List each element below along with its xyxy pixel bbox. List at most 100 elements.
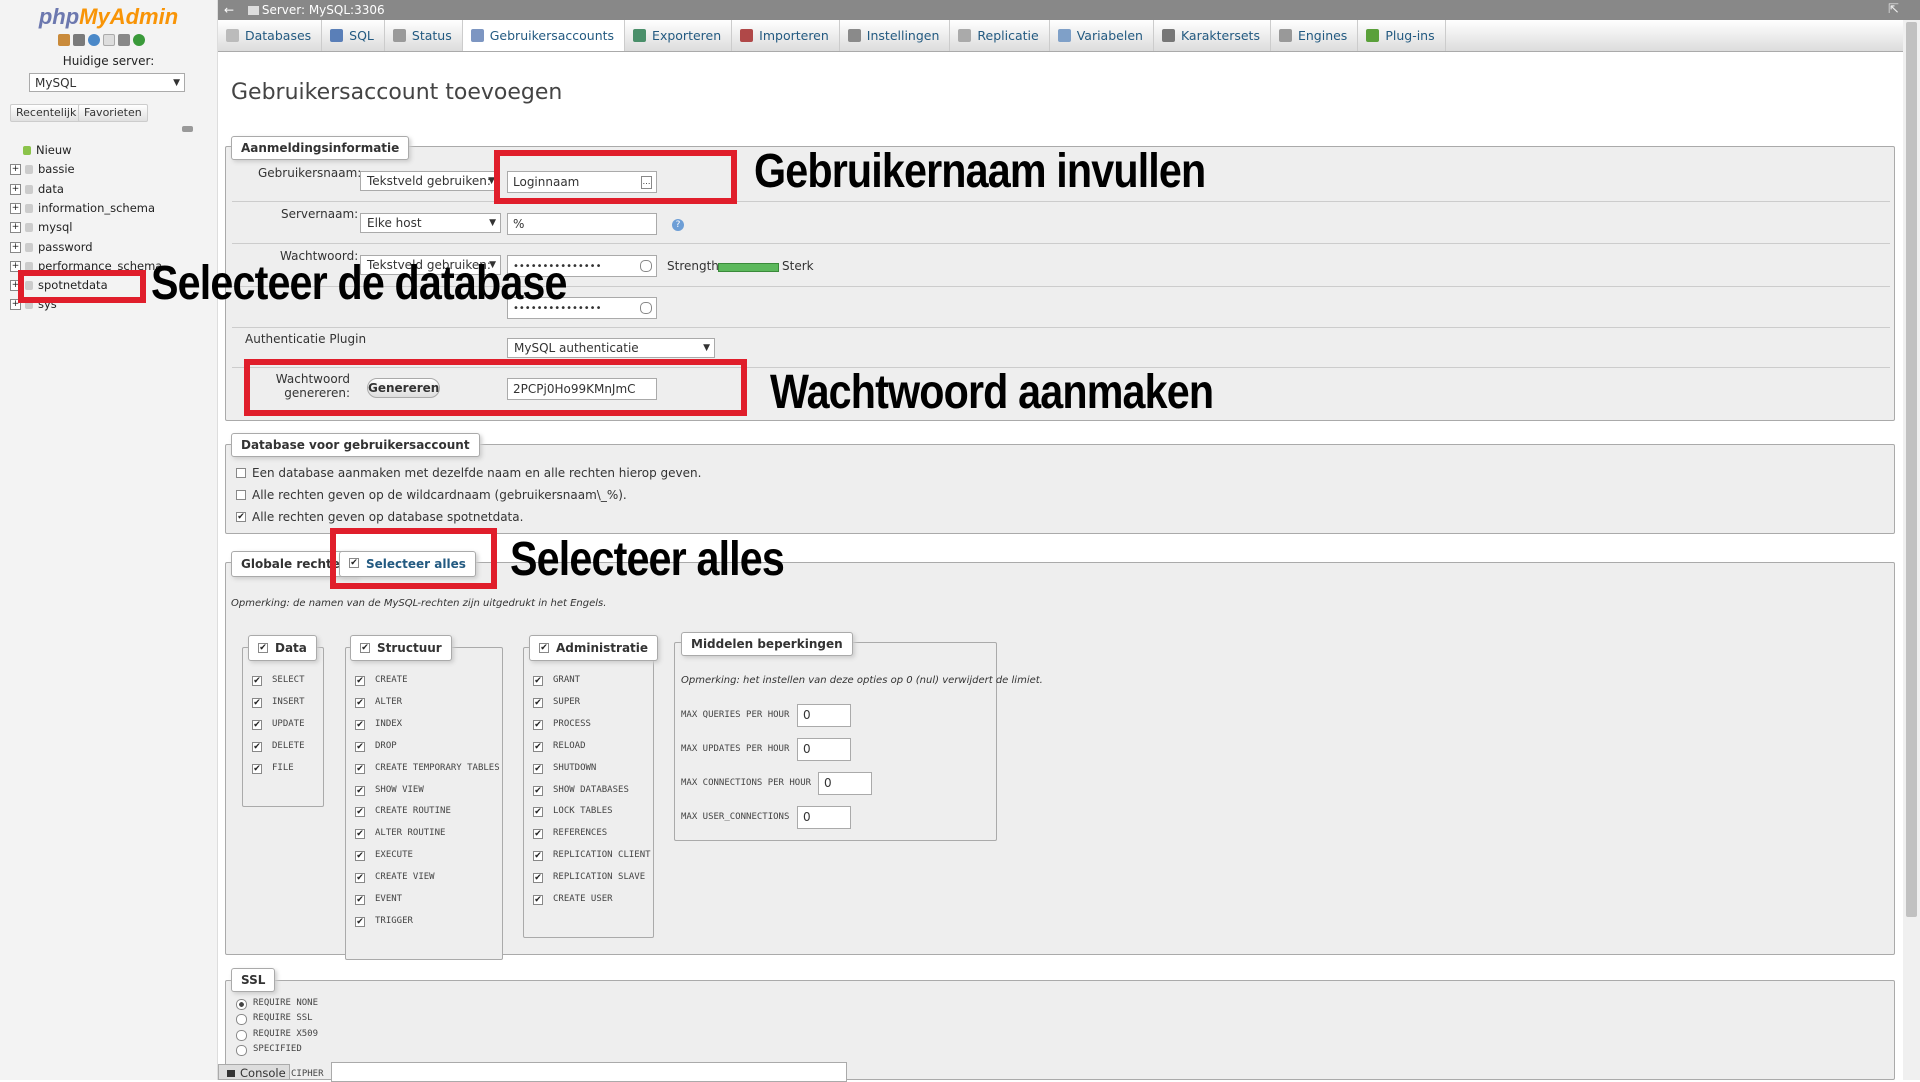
privilege-checkbox[interactable]: ✔ <box>355 807 365 818</box>
tree-item[interactable]: + password <box>10 238 93 257</box>
collapse-all-icon[interactable] <box>182 126 193 132</box>
scrollbar-thumb[interactable] <box>1906 22 1917 917</box>
tab-exporteren[interactable]: Exporteren <box>625 20 733 51</box>
limit-input[interactable]: 0 <box>797 806 851 829</box>
tab-instellingen[interactable]: Instellingen <box>840 20 951 51</box>
privilege-checkbox[interactable]: ✔ <box>252 676 262 686</box>
privilege-checkbox[interactable]: ✔ <box>533 851 543 862</box>
privilege-checkbox[interactable]: ✔ <box>355 785 365 796</box>
checkbox-checked-icon[interactable]: ✔ <box>258 643 268 653</box>
privilege-checkbox[interactable]: ✔ <box>355 741 365 752</box>
phpmyadmin-logo[interactable]: phpMyAdmin <box>0 4 217 30</box>
help-icon[interactable]: ? <box>672 219 684 231</box>
privilege-checkbox[interactable]: ✔ <box>252 763 262 774</box>
tree-item[interactable]: + information_schema <box>10 199 155 218</box>
privilege-checkbox[interactable]: ✔ <box>533 785 543 796</box>
tab-label[interactable]: Instellingen <box>867 20 940 51</box>
checkbox[interactable] <box>236 468 246 478</box>
host-mode-select[interactable]: Elke host ▼ <box>360 213 501 233</box>
privilege-checkbox[interactable]: ✔ <box>355 829 365 840</box>
tab-sql[interactable]: SQL <box>322 20 385 51</box>
breadcrumb[interactable]: Server: MySQL:3306 <box>262 3 385 17</box>
privilege-checkbox[interactable]: ✔ <box>533 697 543 708</box>
tab-label[interactable]: Exporteren <box>652 20 721 51</box>
tree-item[interactable]: + mysql <box>10 218 73 237</box>
privilege-checkbox[interactable]: ✔ <box>252 697 262 708</box>
tab-karaktersets[interactable]: Karaktersets <box>1154 20 1271 51</box>
radio[interactable] <box>236 1044 247 1056</box>
username-mode-select[interactable]: Tekstveld gebruiken: ▼ <box>360 171 500 191</box>
reload-icon[interactable] <box>133 34 145 46</box>
tab-label[interactable]: Variabelen <box>1077 20 1143 51</box>
cipher-input[interactable] <box>331 1062 847 1082</box>
expand-icon[interactable]: + <box>10 241 21 253</box>
settings-icon[interactable] <box>118 34 130 46</box>
tab-label[interactable]: Importeren <box>759 20 829 51</box>
privilege-checkbox[interactable]: ✔ <box>533 676 543 686</box>
tree-item-label[interactable]: information_schema <box>38 201 155 215</box>
limit-input[interactable]: 0 <box>797 704 851 727</box>
back-arrow-icon[interactable]: ← <box>222 0 236 20</box>
tab-status[interactable]: Status <box>385 20 463 51</box>
checkbox-checked-icon[interactable]: ✔ <box>539 643 549 653</box>
tree-item-label[interactable]: mysql <box>38 220 73 234</box>
privilege-checkbox[interactable]: ✔ <box>355 851 365 862</box>
favorites-button[interactable]: Favorieten <box>78 104 148 122</box>
key-icon[interactable] <box>640 260 652 272</box>
tab-label[interactable]: Gebruikersaccounts <box>490 20 614 51</box>
auth-plugin-select[interactable]: MySQL authenticatie ▼ <box>507 338 715 358</box>
new-icon[interactable] <box>10 146 19 155</box>
privilege-checkbox[interactable]: ✔ <box>355 719 365 730</box>
tree-item-label[interactable]: data <box>38 182 64 196</box>
radio[interactable] <box>236 1014 247 1026</box>
tab-importeren[interactable]: Importeren <box>732 20 840 51</box>
home-icon[interactable] <box>58 34 70 46</box>
privilege-checkbox[interactable]: ✔ <box>355 676 365 686</box>
key-icon[interactable] <box>640 302 652 314</box>
privilege-checkbox[interactable]: ✔ <box>252 741 262 752</box>
host-input[interactable]: % <box>507 213 657 235</box>
tab-gebruikersaccounts[interactable]: Gebruikersaccounts <box>462 20 626 51</box>
privilege-group-legend[interactable]: ✔ Structuur <box>350 635 452 661</box>
expand-icon[interactable]: + <box>10 202 21 214</box>
privilege-checkbox[interactable]: ✔ <box>252 719 262 730</box>
privilege-group-legend[interactable]: ✔ Administratie <box>529 635 659 661</box>
recent-button[interactable]: Recentelijk <box>10 104 83 122</box>
privilege-checkbox[interactable]: ✔ <box>533 807 543 818</box>
privilege-checkbox[interactable]: ✔ <box>533 829 543 840</box>
privilege-checkbox[interactable]: ✔ <box>533 763 543 774</box>
tab-variabelen[interactable]: Variabelen <box>1050 20 1154 51</box>
tree-item-label[interactable]: password <box>38 240 93 254</box>
expand-icon[interactable]: + <box>10 164 21 176</box>
tab-label[interactable]: Replicatie <box>977 20 1038 51</box>
privilege-checkbox[interactable]: ✔ <box>355 697 365 708</box>
privilege-checkbox[interactable]: ✔ <box>533 895 543 905</box>
radio-selected[interactable] <box>236 999 247 1010</box>
tab-plug-ins[interactable]: Plug-ins <box>1358 20 1446 51</box>
tab-databases[interactable]: Databases <box>218 20 323 51</box>
checkbox-checked-icon[interactable]: ✔ <box>360 643 370 653</box>
tab-engines[interactable]: Engines <box>1271 20 1359 51</box>
checkbox[interactable] <box>236 490 246 500</box>
tab-label[interactable]: Plug-ins <box>1385 20 1434 51</box>
docs-icon[interactable] <box>103 34 115 46</box>
limit-input[interactable]: 0 <box>818 772 872 795</box>
server-select[interactable]: MySQL ▼ <box>29 73 185 92</box>
tree-item[interactable]: + bassie <box>10 160 75 179</box>
privilege-checkbox[interactable]: ✔ <box>355 873 365 884</box>
tree-item[interactable]: Nieuw <box>10 141 72 160</box>
tab-label[interactable]: Status <box>412 20 452 51</box>
expand-icon[interactable]: + <box>10 222 21 234</box>
expand-icon[interactable]: + <box>10 183 21 195</box>
tab-label[interactable]: Engines <box>1298 20 1347 51</box>
tab-label[interactable]: Databases <box>245 20 311 51</box>
checkbox-checked[interactable]: ✔ <box>236 512 246 522</box>
privilege-group-legend[interactable]: ✔ Data <box>248 635 317 661</box>
tab-label[interactable]: Karaktersets <box>1181 20 1260 51</box>
privilege-checkbox[interactable]: ✔ <box>355 916 365 927</box>
privilege-checkbox[interactable]: ✔ <box>533 719 543 730</box>
tree-item[interactable]: + data <box>10 180 64 199</box>
tab-label[interactable]: SQL <box>349 20 374 51</box>
radio[interactable] <box>236 1029 247 1041</box>
maximize-icon[interactable]: ⇱ <box>1888 0 1899 20</box>
